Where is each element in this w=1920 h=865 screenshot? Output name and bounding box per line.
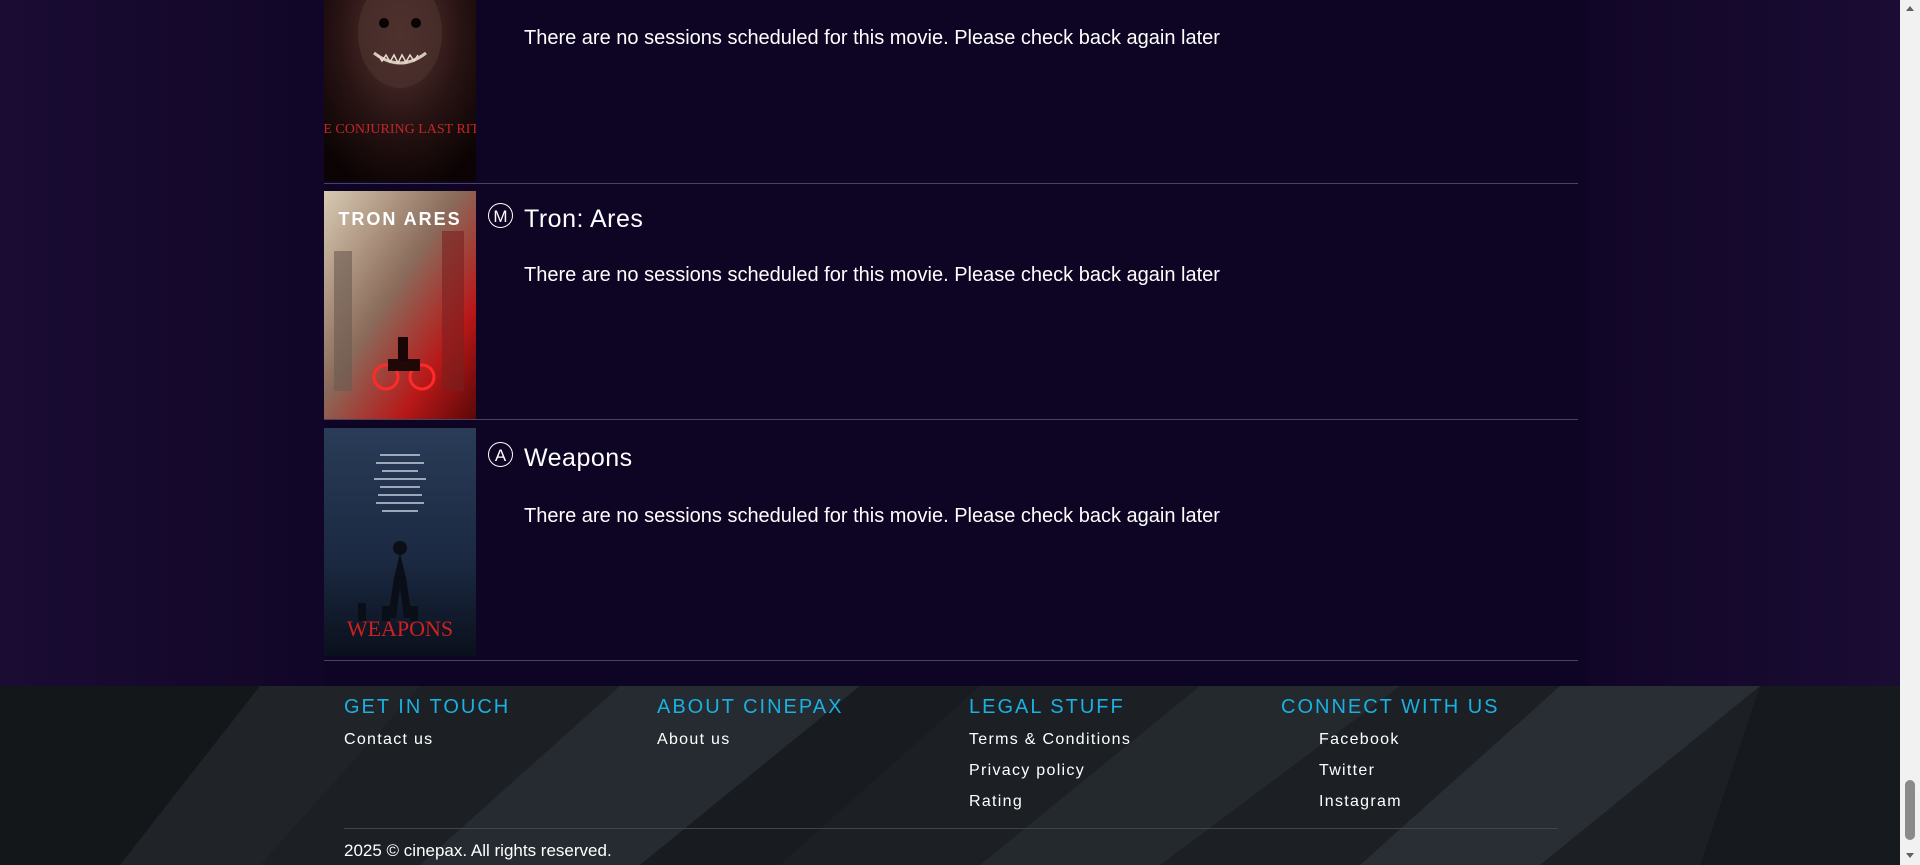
footer-column-get-in-touch: GET IN TOUCH Contact us — [344, 696, 510, 755]
footer-column-about-cinepax: ABOUT CINEPAX About us — [657, 696, 843, 755]
movie-poster-weapons[interactable]: WEAPONS — [324, 428, 476, 656]
scroll-down-icon[interactable] — [1906, 853, 1914, 858]
footer-link-rating[interactable]: Rating — [969, 786, 1131, 817]
poster-title-text: WEAPONS — [347, 616, 453, 641]
footer-divider — [344, 828, 1558, 829]
footer-link-instagram[interactable]: Instagram — [1281, 786, 1500, 817]
footer-column-legal-stuff: LEGAL STUFF Terms & Conditions Privacy p… — [969, 696, 1131, 817]
movie-poster-tron-ares[interactable]: TRON ARES — [324, 191, 476, 419]
footer-link-twitter[interactable]: Twitter — [1281, 755, 1500, 786]
scroll-up-icon[interactable] — [1906, 6, 1914, 11]
footer-column-connect-with-us: CONNECT WITH US Facebook Twitter Instagr… — [1281, 696, 1500, 817]
footer-background — [0, 686, 1900, 865]
footer-link-privacy-policy[interactable]: Privacy policy — [969, 755, 1131, 786]
site-footer: GET IN TOUCH Contact us ABOUT CINEPAX Ab… — [0, 686, 1900, 865]
no-sessions-message: There are no sessions scheduled for this… — [524, 505, 1220, 527]
rating-badge: M — [488, 203, 513, 228]
poster-title-text: THE CONJURING LAST RITES — [324, 122, 476, 137]
movie-row-tron-ares: TRON ARES M Tron: Ares There are no sess… — [324, 187, 1578, 420]
movie-title[interactable]: Tron: Ares — [524, 205, 643, 234]
footer-link-terms[interactable]: Terms & Conditions — [969, 724, 1131, 755]
movie-poster-conjuring[interactable]: THE CONJURING LAST RITES — [324, 0, 476, 181]
copyright-text: 2025 © cinepax. All rights reserved. — [344, 841, 612, 860]
movie-title[interactable]: Weapons — [524, 444, 633, 473]
footer-link-about-us[interactable]: About us — [657, 724, 843, 755]
movie-row-conjuring: THE CONJURING LAST RITES There are no se… — [324, 0, 1578, 184]
no-sessions-message: There are no sessions scheduled for this… — [524, 27, 1220, 49]
page-scrollbar[interactable] — [1900, 0, 1920, 865]
movie-list: THE CONJURING LAST RITES There are no se… — [324, 0, 1588, 686]
rating-badge: A — [488, 442, 513, 467]
poster-title-text: TRON ARES — [338, 209, 461, 229]
footer-link-facebook[interactable]: Facebook — [1281, 724, 1500, 755]
footer-heading: GET IN TOUCH — [344, 696, 511, 718]
scrollbar-thumb[interactable] — [1905, 780, 1915, 840]
footer-heading: CONNECT WITH US — [1281, 696, 1500, 718]
footer-link-contact-us[interactable]: Contact us — [344, 724, 510, 755]
no-sessions-message: There are no sessions scheduled for this… — [524, 264, 1220, 286]
footer-heading: LEGAL STUFF — [969, 696, 1125, 718]
footer-heading: ABOUT CINEPAX — [657, 696, 844, 718]
movie-row-weapons: WEAPONS A Weapons There are no sessions … — [324, 424, 1578, 661]
